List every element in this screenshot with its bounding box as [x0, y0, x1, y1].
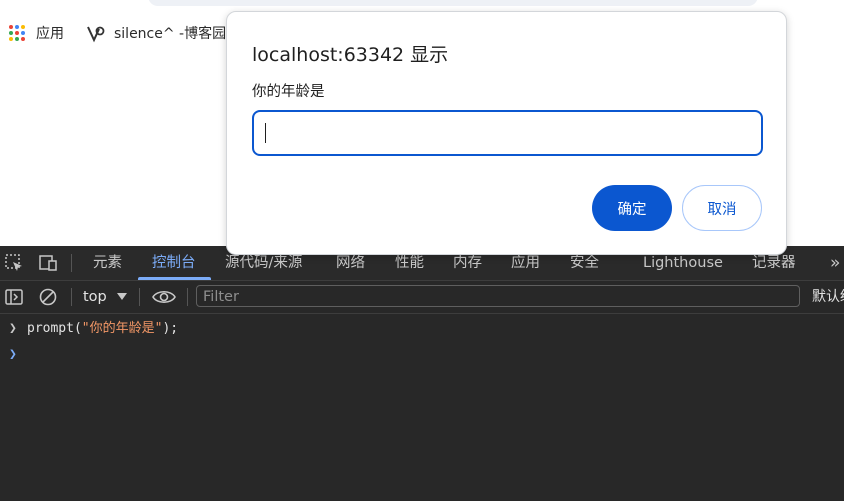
- device-toolbar-icon[interactable]: [38, 253, 58, 273]
- console-entry: ❯ prompt("你的年龄是");: [0, 318, 844, 340]
- bookmark-blog-label: silence^ -博客园: [114, 26, 227, 42]
- tab-elements[interactable]: 元素: [93, 246, 122, 280]
- chevron-down-icon[interactable]: [117, 293, 127, 300]
- apps-grid-icon: [9, 24, 26, 42]
- toolbar-separator: [139, 288, 140, 306]
- address-bar[interactable]: [148, 0, 758, 6]
- console-output: ❯ prompt("你的年龄是"); ❯: [0, 314, 844, 501]
- tab-console[interactable]: 控制台: [152, 246, 196, 280]
- bookmark-blog[interactable]: silence^ -博客园: [86, 18, 226, 48]
- console-prompt[interactable]: ❯: [0, 344, 844, 366]
- more-tabs-icon[interactable]: »: [830, 246, 840, 280]
- inspect-element-icon[interactable]: [4, 253, 24, 273]
- prompt-input[interactable]: [252, 110, 763, 156]
- cancel-button[interactable]: 取消: [682, 185, 762, 231]
- eye-icon[interactable]: [152, 287, 176, 307]
- text-caret: [265, 123, 266, 143]
- ok-button[interactable]: 确定: [592, 185, 672, 231]
- prompt-chevron-icon: ❯: [9, 347, 17, 362]
- active-tab-indicator: [138, 277, 211, 280]
- dialog-message: 你的年龄是: [252, 84, 325, 100]
- tab-separator: [71, 254, 72, 272]
- devtools-panel: 元素 控制台 源代码/来源 网络 性能 内存 应用 安全 Lighthouse …: [0, 246, 844, 501]
- bookmark-apps[interactable]: 应用: [9, 18, 64, 48]
- chevron-right-icon: ❯: [9, 321, 17, 336]
- blog-logo-icon: [87, 26, 105, 43]
- toolbar-separator: [71, 288, 72, 306]
- log-levels-dropdown[interactable]: 默认级别: [812, 281, 844, 313]
- clear-console-icon[interactable]: [38, 287, 58, 307]
- dialog-title: localhost:63342 显示: [252, 44, 449, 66]
- context-selector[interactable]: top: [83, 281, 107, 313]
- prompt-dialog: localhost:63342 显示 你的年龄是 确定 取消: [226, 11, 787, 255]
- sidebar-toggle-icon[interactable]: [4, 287, 24, 307]
- console-entry-text: prompt("你的年龄是");: [27, 321, 179, 336]
- filter-input[interactable]: Filter: [196, 285, 800, 307]
- console-toolbar: top Filter 默认级别: [0, 281, 844, 314]
- bookmark-apps-label: 应用: [36, 26, 64, 42]
- toolbar-separator: [187, 288, 188, 306]
